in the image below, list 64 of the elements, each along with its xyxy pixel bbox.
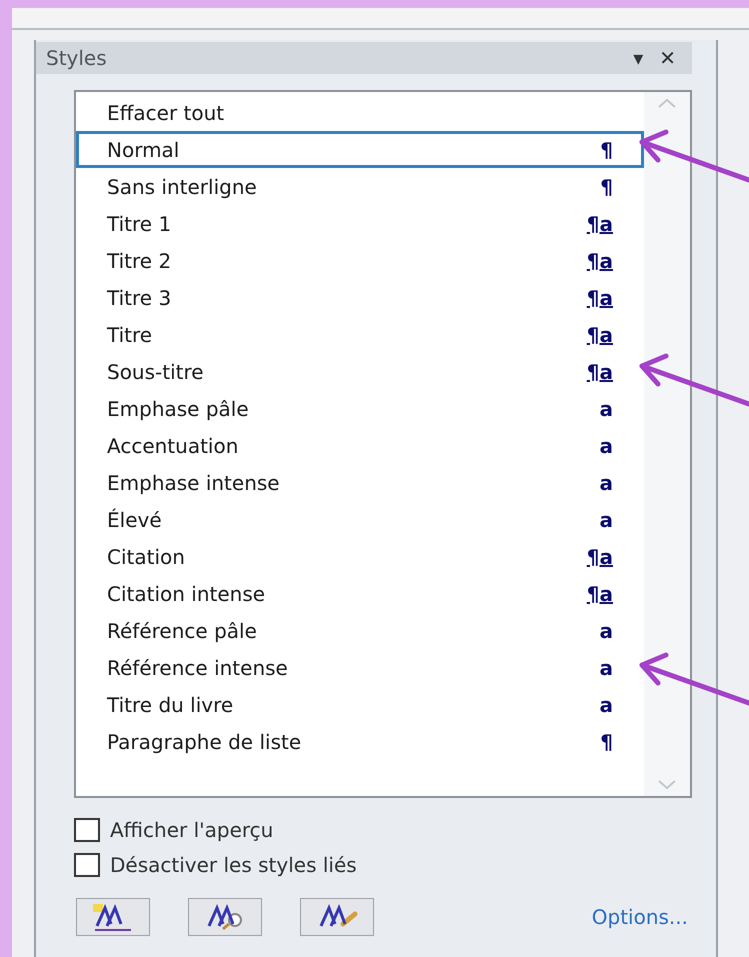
style-item[interactable]: Titre 2 ¶a (76, 242, 644, 279)
checkbox[interactable] (74, 818, 100, 842)
style-item[interactable]: Citation ¶a (76, 538, 644, 575)
style-type-marker: ¶ (600, 138, 613, 162)
close-button[interactable]: ✕ (659, 46, 676, 70)
style-item[interactable]: Titre du livre a (76, 686, 644, 723)
style-name: Normal (107, 138, 180, 162)
style-item[interactable]: Référence pâle a (76, 612, 644, 649)
style-name: Élevé (107, 508, 163, 532)
checkbox-label: Désactiver les styles liés (110, 852, 357, 876)
style-type-marker: a (600, 434, 613, 458)
style-name: Sans interligne (107, 174, 258, 198)
style-name: Paragraphe de liste (107, 730, 302, 754)
style-item[interactable]: Effacer tout (76, 94, 644, 131)
style-name: Emphase intense (107, 470, 281, 494)
style-type-marker: ¶ (600, 730, 613, 754)
style-item[interactable]: Sous-titre ¶a (76, 353, 644, 390)
style-type-marker: a (600, 396, 613, 420)
style-name: Titre 1 (107, 212, 172, 236)
style-type-marker: ¶a (586, 544, 613, 568)
style-type-marker: ¶ (600, 174, 613, 198)
pane-menu-button[interactable]: ▾ (633, 46, 644, 70)
style-name: Titre du livre (107, 692, 234, 716)
options-link[interactable]: Options... (592, 905, 688, 929)
style-item[interactable]: Normal ¶ (76, 131, 644, 168)
style-type-marker: a (600, 508, 613, 532)
style-item[interactable]: Titre 1 ¶a (76, 205, 644, 242)
style-name: Titre 2 (107, 248, 172, 272)
style-item[interactable]: Titre ¶a (76, 316, 644, 353)
style-type-marker: ¶a (586, 582, 613, 606)
style-name: Référence intense (107, 656, 289, 680)
style-item[interactable]: Accentuation a (76, 427, 644, 464)
style-type-marker: ¶a (586, 322, 613, 346)
style-type-marker: a (600, 618, 613, 642)
style-item[interactable]: Élevé a (76, 501, 644, 538)
style-type-marker: ¶a (586, 248, 613, 272)
style-name: Citation (107, 544, 186, 568)
style-type-marker: ¶a (586, 286, 613, 310)
style-name: Emphase pâle (107, 396, 250, 420)
style-item[interactable]: Emphase pâle a (76, 390, 644, 427)
style-name: Accentuation (107, 434, 240, 458)
style-name: Titre 3 (107, 286, 172, 310)
style-name: Titre (107, 322, 154, 346)
style-item[interactable]: Référence intense a (76, 649, 644, 686)
style-type-marker: a (600, 692, 613, 716)
checkbox-label: Afficher l'aperçu (110, 818, 274, 842)
style-item[interactable]: Emphase intense a (76, 464, 644, 501)
style-item[interactable]: Paragraphe de liste ¶ (76, 723, 644, 760)
style-item[interactable]: Sans interligne ¶ (76, 168, 644, 205)
style-type-marker: ¶a (586, 360, 613, 384)
style-type-marker: a (600, 656, 613, 680)
style-inspector-button[interactable] (188, 898, 262, 936)
style-name: Citation intense (107, 582, 266, 606)
pane-title: Styles (46, 46, 108, 70)
style-type-marker: a (600, 470, 613, 494)
manage-styles-button[interactable] (300, 898, 374, 936)
style-name: Sous-titre (107, 360, 205, 384)
style-name: Référence pâle (107, 618, 258, 642)
new-style-button[interactable] (76, 898, 150, 936)
style-item[interactable]: Titre 3 ¶a (76, 279, 644, 316)
style-name: Effacer tout (107, 100, 226, 124)
style-item[interactable]: Citation intense ¶a (76, 575, 644, 612)
style-type-marker: ¶a (586, 212, 613, 236)
checkbox[interactable] (74, 852, 100, 876)
